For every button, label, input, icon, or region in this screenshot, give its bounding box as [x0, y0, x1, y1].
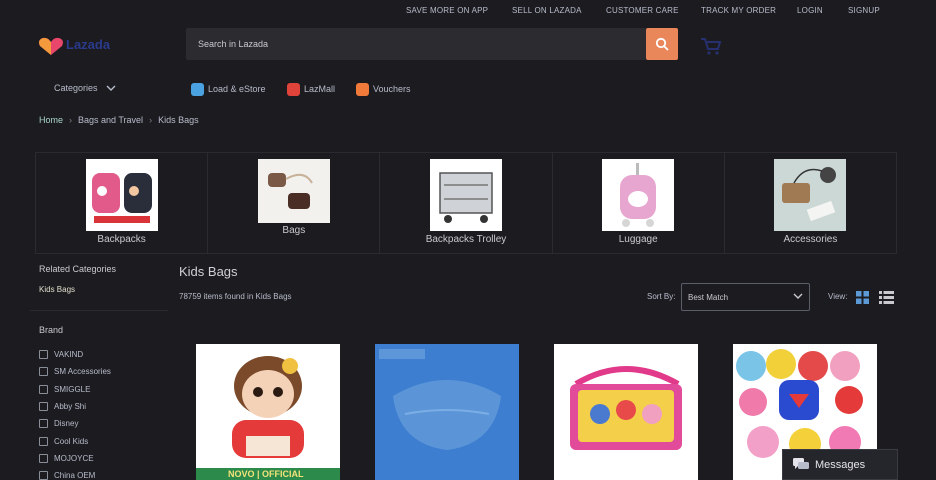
product-image [554, 344, 698, 480]
voucher-icon [356, 82, 369, 96]
product-image [375, 344, 519, 480]
product-card-doll-backpack[interactable]: NOVO | OFFICIAL [196, 344, 340, 480]
brand-filter-list: VAKIND SM Accessories SMIGGLE Abby Shi D… [39, 346, 111, 480]
brand-option[interactable]: MOJOYCE [39, 450, 111, 467]
chevron-down-icon [106, 85, 116, 91]
save-more-on-app-link[interactable]: SAVE MORE ON APP [406, 6, 488, 15]
signup-link[interactable]: SIGNUP [848, 6, 880, 15]
categories-label: Categories [54, 83, 98, 93]
brand-option[interactable]: Disney [39, 415, 111, 432]
brand-label: Disney [54, 419, 79, 429]
brand-label: SMIGGLE [54, 384, 91, 394]
sell-on-lazada-link[interactable]: SELL ON LAZADA [512, 6, 582, 15]
categories-menu[interactable]: Categories [54, 83, 116, 93]
cart-icon[interactable] [700, 36, 722, 56]
lazmall-link[interactable]: LazMall [287, 80, 335, 98]
sort-value: Best Match [688, 293, 729, 302]
category-tile-accessories[interactable]: Accessories [725, 153, 896, 253]
product-card-princess-messenger-bag[interactable] [554, 344, 698, 480]
brand-option[interactable]: Abby Shi [39, 398, 111, 415]
trolley-image [430, 159, 502, 231]
vouchers-link[interactable]: Vouchers [356, 80, 411, 98]
category-tiles: Backpacks Bags Backpacks Trolley Luggage… [35, 152, 897, 254]
brand-checkbox[interactable] [39, 471, 48, 480]
lazada-logo-icon[interactable] [38, 36, 64, 56]
product-badge: NOVO | OFFICIAL [228, 469, 304, 479]
brand-option[interactable]: SM Accessories [39, 363, 111, 380]
sort-by-label: Sort By: [647, 292, 676, 301]
breadcrumb-home[interactable]: Home [39, 115, 63, 125]
grid-view-icon[interactable] [856, 291, 869, 304]
brand-checkbox[interactable] [39, 453, 48, 463]
bags-image [257, 159, 330, 223]
phone-load-icon [191, 82, 204, 96]
brand-label: SM Accessories [54, 367, 111, 377]
breadcrumb-bags-and-travel[interactable]: Bags and Travel [78, 115, 143, 125]
breadcrumb-current: Kids Bags [158, 115, 199, 125]
result-count: 78759 items found in Kids Bags [179, 292, 292, 301]
luggage-image [602, 159, 675, 231]
sidebar-divider [30, 310, 168, 311]
messages-label: Messages [815, 458, 866, 471]
brand-option[interactable]: VAKIND [39, 346, 111, 363]
brand-option[interactable]: Cool Kids [39, 432, 111, 449]
search-button[interactable] [646, 28, 678, 60]
product-card-blue-belt-bag[interactable] [375, 344, 519, 480]
search-input[interactable] [198, 36, 628, 52]
category-label: Backpacks Trolley [425, 234, 507, 245]
brand-filter-title: Brand [39, 325, 64, 335]
category-label: Accessories [783, 234, 838, 245]
category-label: Bags [282, 225, 306, 236]
brand-label: MOJOYCE [54, 453, 94, 463]
lazmall-icon [287, 82, 300, 96]
brand-label: VAKIND [54, 350, 84, 360]
brand-checkbox[interactable] [39, 350, 48, 360]
lazada-wordmark[interactable]: Lazada [66, 37, 110, 52]
brand-option[interactable]: China OEM [39, 467, 111, 480]
brand-checkbox[interactable] [39, 419, 48, 429]
category-label: Luggage [618, 234, 658, 245]
category-tile-backpacks-trolley[interactable]: Backpacks Trolley [380, 153, 553, 253]
brand-checkbox[interactable] [39, 436, 48, 446]
brand-checkbox[interactable] [39, 402, 48, 412]
vouchers-label: Vouchers [373, 84, 411, 94]
related-categories-title: Related Categories [39, 264, 117, 274]
backpacks-image [85, 159, 158, 231]
brand-label: China OEM [54, 471, 96, 480]
top-utility-bar: SAVE MORE ON APP SELL ON LAZADA CUSTOMER… [0, 0, 936, 22]
related-category-kids-bags[interactable]: Kids Bags [39, 285, 75, 294]
brand-checkbox[interactable] [39, 384, 48, 394]
messages-chat-button[interactable]: Messages [782, 449, 898, 480]
category-tile-backpacks[interactable]: Backpacks [36, 153, 209, 253]
view-label: View: [828, 292, 848, 301]
lazmall-label: LazMall [304, 84, 336, 94]
breadcrumb-separator-icon: › [69, 115, 73, 125]
product-image [196, 344, 340, 480]
search-bar [186, 28, 646, 60]
chat-bubble-icon [793, 458, 809, 469]
breadcrumb-separator-icon: › [149, 115, 153, 125]
category-tile-bags[interactable]: Bags [208, 153, 381, 253]
page-title: Kids Bags [179, 264, 238, 279]
track-my-order-link[interactable]: TRACK MY ORDER [701, 6, 776, 15]
accessories-image [774, 159, 847, 231]
customer-care-link[interactable]: CUSTOMER CARE [606, 6, 679, 15]
brand-label: Abby Shi [54, 402, 87, 412]
brand-option[interactable]: SMIGGLE [39, 381, 111, 398]
search-icon [655, 37, 669, 51]
list-view-icon[interactable] [879, 291, 894, 304]
brand-checkbox[interactable] [39, 367, 48, 377]
category-label: Backpacks [97, 234, 146, 245]
category-tile-luggage[interactable]: Luggage [553, 153, 725, 253]
breadcrumb: Home › Bags and Travel › Kids Bags [39, 115, 199, 125]
login-link[interactable]: LOGIN [797, 6, 823, 15]
brand-label: Cool Kids [54, 436, 89, 446]
load-estore-link[interactable]: Load & eStore [191, 80, 266, 98]
load-estore-label: Load & eStore [208, 84, 266, 94]
sort-select[interactable]: Best Match [681, 283, 810, 311]
chevron-down-icon [793, 293, 803, 299]
